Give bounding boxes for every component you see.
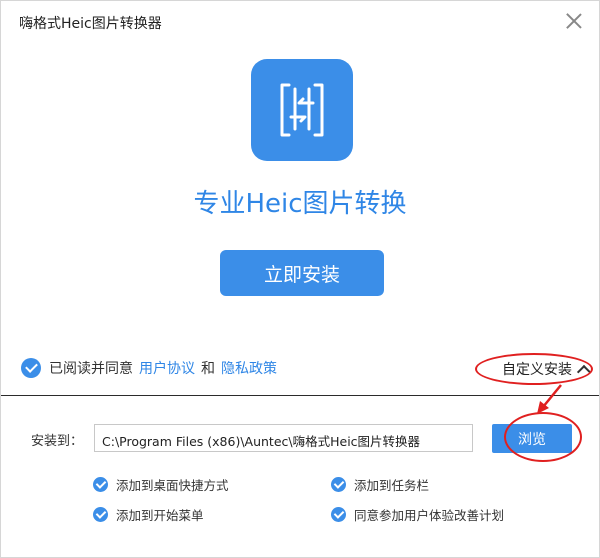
agreement-checkbox-checked-icon[interactable]: [21, 358, 41, 378]
agreement-and: 和: [201, 361, 215, 377]
window-title: 嗨格式Heic图片转换器: [19, 16, 162, 32]
option-start-menu[interactable]: 添加到开始菜单: [93, 505, 204, 524]
installer-window: 嗨格式Heic图片转换器 专业Heic图片转换 立即安装 已阅读并同意 用户协议…: [0, 0, 600, 558]
option-label: 添加到桌面快捷方式: [116, 478, 229, 493]
close-icon[interactable]: [563, 10, 585, 32]
user-agreement-link[interactable]: 用户协议: [139, 358, 195, 378]
browse-button[interactable]: 浏览: [492, 424, 572, 453]
app-logo-icon: [251, 59, 353, 161]
checkbox-checked-icon: [93, 507, 108, 522]
title-bar: 嗨格式Heic图片转换器: [1, 1, 599, 41]
checkbox-checked-icon: [331, 477, 346, 492]
agreement-prefix: 已阅读并同意: [49, 361, 133, 377]
install-path-input[interactable]: C:\Program Files (x86)\Auntec\嗨格式Heic图片转…: [94, 424, 473, 452]
option-label: 添加到任务栏: [354, 478, 430, 493]
agreement-row: 已阅读并同意 用户协议 和 隐私政策: [21, 358, 277, 378]
checkbox-checked-icon: [331, 507, 346, 522]
install-now-button[interactable]: 立即安装: [220, 250, 384, 296]
option-label: 添加到开始菜单: [116, 508, 204, 523]
option-desktop-shortcut[interactable]: 添加到桌面快捷方式: [93, 475, 229, 494]
privacy-policy-link[interactable]: 隐私政策: [221, 358, 277, 378]
custom-install-label: 自定义安装: [502, 362, 572, 378]
install-path-label: 安装到：: [31, 434, 84, 449]
annotation-arrow-icon: [537, 384, 562, 414]
section-divider: [1, 395, 599, 396]
option-user-experience[interactable]: 同意参加用户体验改善计划: [331, 505, 504, 524]
option-taskbar[interactable]: 添加到任务栏: [331, 475, 429, 494]
product-heading: 专业Heic图片转换: [193, 189, 407, 219]
option-label: 同意参加用户体验改善计划: [354, 508, 505, 523]
checkbox-checked-icon: [93, 477, 108, 492]
custom-install-toggle[interactable]: 自定义安装: [502, 359, 592, 379]
chevron-up-icon: [576, 364, 592, 379]
